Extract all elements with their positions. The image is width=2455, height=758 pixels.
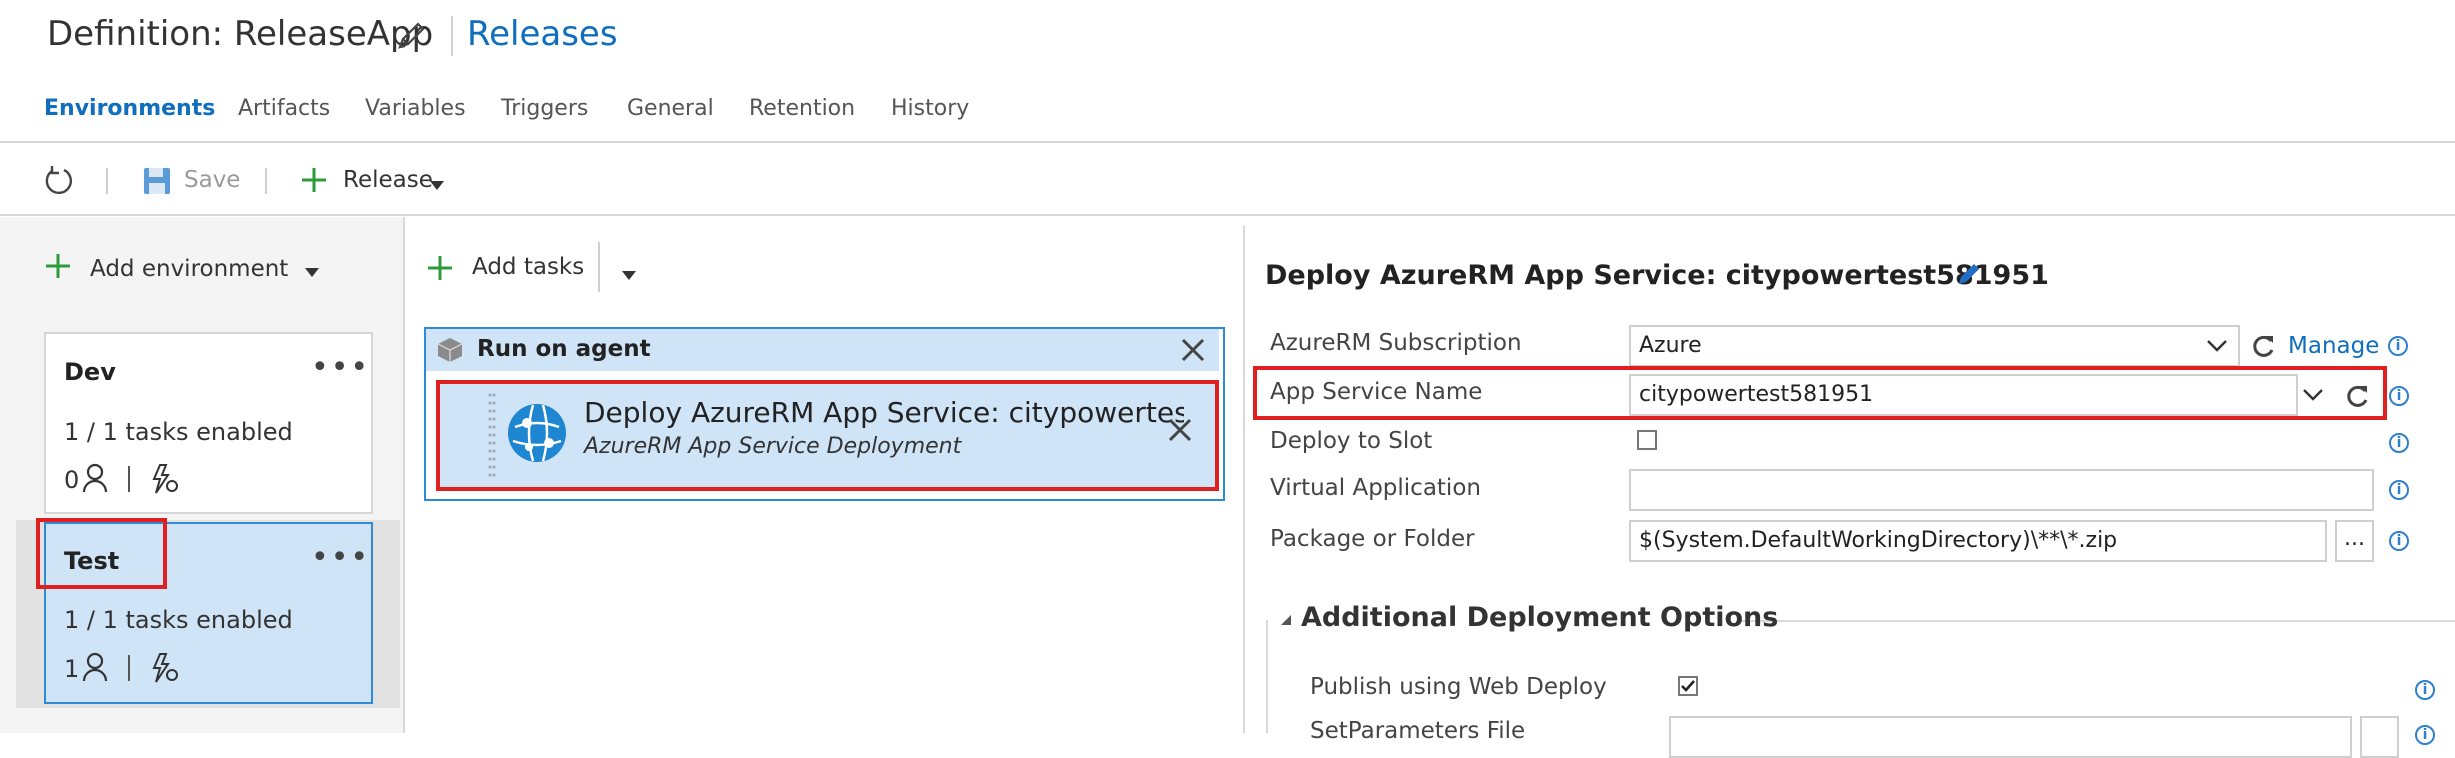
highlight-box: [36, 518, 167, 589]
more-options-icon[interactable]: •••: [311, 350, 370, 385]
info-icon[interactable]: i: [2389, 480, 2409, 500]
close-icon[interactable]: [1180, 337, 1206, 363]
agent-phase-title: Run on agent: [477, 336, 651, 362]
panel-divider: [403, 217, 405, 733]
add-plus-icon: [426, 254, 454, 282]
agent-box-icon: [436, 336, 464, 364]
add-plus-icon: [300, 166, 328, 194]
deploy-slot-label: Deploy to Slot: [1270, 428, 1433, 454]
collapse-triangle-icon[interactable]: [1279, 612, 1293, 626]
setparameters-input[interactable]: [1669, 716, 2352, 758]
panel-divider: [1243, 226, 1245, 733]
info-icon[interactable]: i: [2388, 336, 2408, 356]
virtual-app-input[interactable]: [1629, 469, 2374, 511]
deploy-trigger-icon[interactable]: [148, 652, 180, 684]
section-border: [1266, 620, 1268, 733]
virtual-app-label: Virtual Application: [1270, 475, 1481, 501]
save-disk-icon: [142, 166, 172, 196]
tabs-divider: [0, 141, 2455, 143]
setparameters-label: SetParameters File: [1310, 718, 1526, 744]
user-icon: [82, 652, 108, 682]
toolbar-divider: [0, 214, 2455, 216]
release-button[interactable]: Release: [343, 167, 433, 193]
highlight-box: [1253, 366, 2387, 420]
highlight-box: [436, 380, 1219, 491]
manage-link[interactable]: Manage: [2288, 333, 2379, 359]
environment-name: Dev: [64, 358, 116, 386]
user-icon: [82, 463, 108, 493]
approver-count: 0: [64, 466, 80, 494]
package-label: Package or Folder: [1270, 526, 1475, 552]
chevron-down-icon[interactable]: [430, 176, 444, 190]
approver-count: 1: [64, 655, 80, 683]
subscription-select[interactable]: Azure: [1629, 325, 2240, 367]
deploy-trigger-icon[interactable]: [148, 463, 180, 495]
publish-web-deploy-checkbox[interactable]: [1678, 676, 1698, 696]
info-icon[interactable]: i: [2415, 725, 2435, 745]
chevron-down-icon[interactable]: [2206, 338, 2228, 352]
add-plus-icon: [44, 252, 72, 280]
package-input[interactable]: $(System.DefaultWorkingDirectory)\**\*.z…: [1629, 520, 2327, 562]
toolbar-separator: [106, 168, 108, 194]
tab-environments[interactable]: Environments: [44, 96, 215, 121]
releases-link[interactable]: Releases: [467, 14, 618, 54]
subscription-label: AzureRM Subscription: [1270, 330, 1522, 356]
info-icon[interactable]: i: [2415, 680, 2435, 700]
tab-triggers[interactable]: Triggers: [501, 96, 588, 121]
edit-pencil-icon[interactable]: [394, 19, 428, 53]
tab-artifacts[interactable]: Artifacts: [238, 96, 330, 121]
toolbar-separator: [265, 168, 267, 194]
card-separator: [128, 466, 130, 492]
card-separator: [128, 655, 130, 681]
browse-button[interactable]: [2360, 716, 2399, 758]
add-tasks-button[interactable]: Add tasks: [472, 254, 584, 280]
publish-web-deploy-label: Publish using Web Deploy: [1310, 674, 1607, 700]
definition-title: Definition: ReleaseApp: [47, 14, 434, 54]
title-separator: [451, 16, 453, 56]
tasks-enabled-text: 1 / 1 tasks enabled: [64, 606, 293, 634]
chevron-down-icon[interactable]: [622, 266, 636, 280]
tab-variables[interactable]: Variables: [365, 96, 466, 121]
details-title: Deploy AzureRM App Service: citypowertes…: [1265, 260, 2049, 291]
deploy-slot-checkbox[interactable]: [1637, 430, 1657, 450]
add-environment-button[interactable]: Add environment: [90, 256, 288, 282]
tasks-enabled-text: 1 / 1 tasks enabled: [64, 418, 293, 446]
more-options-icon[interactable]: •••: [311, 540, 370, 575]
tab-history[interactable]: History: [891, 96, 969, 121]
section-title[interactable]: Additional Deployment Options: [1301, 602, 1778, 633]
refresh-icon[interactable]: [42, 164, 76, 198]
browse-button[interactable]: ...: [2335, 520, 2374, 562]
dropdown-separator: [598, 242, 600, 292]
save-button[interactable]: Save: [184, 167, 240, 193]
edit-pencil-icon[interactable]: [1955, 260, 1983, 288]
section-border: [1740, 620, 2455, 622]
refresh-icon[interactable]: [2251, 333, 2277, 359]
info-icon[interactable]: i: [2389, 531, 2409, 551]
chevron-down-icon[interactable]: [305, 263, 319, 277]
info-icon[interactable]: i: [2389, 433, 2409, 453]
info-icon[interactable]: i: [2389, 386, 2409, 406]
tab-retention[interactable]: Retention: [749, 96, 855, 121]
tab-general[interactable]: General: [627, 96, 714, 121]
